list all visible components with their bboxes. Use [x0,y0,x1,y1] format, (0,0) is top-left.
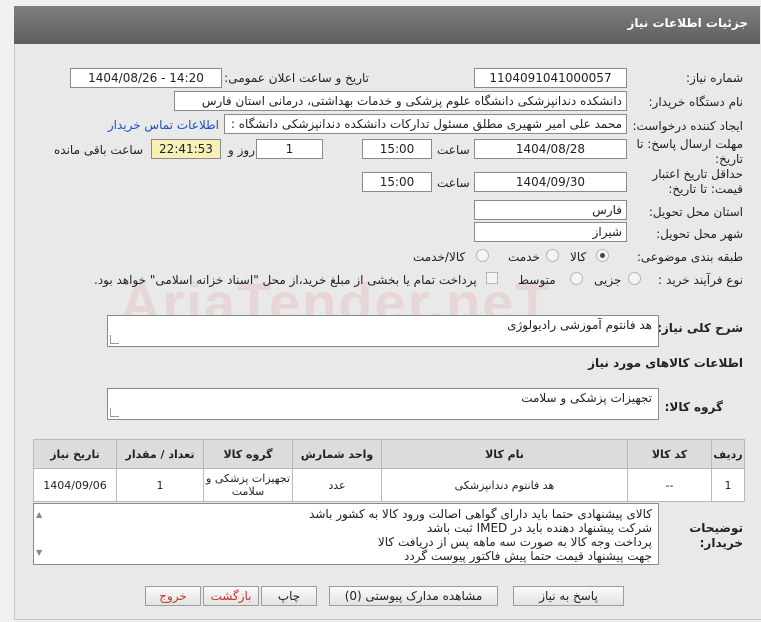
city-label: شهر محل تحویل: [656,227,743,241]
summary-label: شرح کلی نیاز: [657,321,743,335]
remaining-label: ساعت باقی مانده [54,143,144,157]
process-label: نوع فرآیند خرید : [658,273,743,287]
print-button[interactable]: چاپ [261,586,317,606]
cell-qty: 1 [116,468,204,502]
exit-button[interactable]: خروج [145,586,201,606]
category-radio-both[interactable] [476,249,489,262]
col-date: تاریخ نیاز [33,439,117,469]
deadline-time-label: ساعت [437,143,470,157]
buyer-notes-field: کالای پیشنهادی حتما باید دارای گواهی اصا… [33,503,659,565]
buyer-org-label: نام دستگاه خریدار: [648,95,744,109]
col-unit: واحد شمارش [292,439,382,469]
summary-text: هد فانتوم آموزشی رادیولوژی [507,318,652,332]
buyer-note-line: جهت پیشنهاد قیمت حتما پیش فاکتور پیوست گ… [404,549,652,563]
resize-grip-icon[interactable] [110,408,119,417]
buyer-org-field: دانشکده دندانپزشکی دانشگاه علوم پزشکی و … [174,91,627,111]
contact-buyer-link[interactable]: اطلاعات تماس خریدار [108,118,219,132]
days-field: 1 [256,139,323,159]
page-header: جزئیات اطلاعات نیاز [14,6,760,44]
process-radio-minor[interactable] [628,272,641,285]
buyer-notes-label: توضیحات [689,521,743,535]
validity-date-field: 1404/09/30 [474,172,627,192]
announce-label: تاریخ و ساعت اعلان عمومی: [224,71,369,85]
province-field: فارس [474,200,627,220]
buyer-note-line: شرکت پیشنهاد دهنده باید در IMED ثبت باشد [426,521,652,535]
table-row: 1 -- هد فانتوم دندانپزشکی عدد تجهیزات پز… [33,468,745,502]
category-option-service: خدمت [508,250,540,264]
days-label: روز و [228,143,255,157]
scroll-down-icon[interactable]: ▼ [36,546,42,560]
category-radio-service[interactable] [546,249,559,262]
need-number-label: شماره نیاز: [686,71,743,85]
buyer-note-line: کالای پیشنهادی حتما باید دارای گواهی اصا… [309,507,652,521]
col-code: کد کالا [627,439,712,469]
summary-field: هد فانتوم آموزشی رادیولوژی [107,315,659,347]
category-radio-goods[interactable] [596,249,609,262]
need-number-field: 1104091041000057 [474,68,627,88]
table-header-row: ردیف کد کالا نام کالا واحد شمارش گروه کا… [33,439,745,469]
resize-grip-icon[interactable] [110,335,119,344]
cell-code: -- [627,468,712,502]
validity-time-label: ساعت [437,176,470,190]
col-group: گروه کالا [203,439,293,469]
cell-group: تجهیزات پزشکی و سلامت [203,468,293,502]
process-option-minor: جزیی [594,273,622,287]
remaining-time-field: 22:41:53 [151,139,221,159]
goods-info-title: اطلاعات کالاهای مورد نیاز [588,356,743,370]
creator-label: ایجاد کننده درخواست: [632,119,743,133]
deadline-time-field: 15:00 [362,139,432,159]
treasury-checkbox[interactable] [486,272,498,284]
goods-group-label: گروه کالا: [664,400,723,414]
back-button[interactable]: بازگشت [203,586,259,606]
deadline-date-field: 1404/08/28 [474,139,627,159]
col-qty: تعداد / مقدار [116,439,204,469]
process-option-medium: متوسط [518,273,556,287]
deadline-label-2: تاریخ: [715,152,743,166]
cell-date: 1404/09/06 [33,468,117,502]
validity-label-2: قیمت: تا تاریخ: [668,182,743,196]
buyer-note-line: پرداخت وجه کالا به صورت سه ماهه پس از در… [377,535,652,549]
validity-label: حداقل تاریخ اعتبار [652,167,743,181]
process-radio-medium[interactable] [570,272,583,285]
items-table: ردیف کد کالا نام کالا واحد شمارش گروه کا… [33,439,745,502]
attachments-button[interactable]: مشاهده مدارک پیوستی (0) [329,586,498,606]
cell-unit: عدد [292,468,382,502]
treasury-note: پرداخت تمام یا بخشی از مبلغ خرید،از محل … [94,273,477,287]
reply-button[interactable]: پاسخ به نیاز [513,586,624,606]
creator-field: محمد علی امیر شهیری مطلق مسئول تدارکات د… [224,114,627,134]
scroll-up-icon[interactable]: ▲ [36,508,42,522]
cell-name: هد فانتوم دندانپزشکی [381,468,628,502]
category-option-both: کالا/خدمت [413,250,466,264]
goods-group-field: تجهیزات پزشکی و سلامت [107,388,659,420]
goods-group-text: تجهیزات پزشکی و سلامت [521,391,652,405]
city-field: شیراز [474,222,627,242]
col-row: ردیف [711,439,745,469]
deadline-label: مهلت ارسال پاسخ: تا [636,137,743,151]
announce-field: 1404/08/26 - 14:20 [70,68,222,88]
buyer-notes-label-2: خریدار: [699,536,743,550]
cell-row: 1 [711,468,745,502]
category-option-goods: کالا [570,250,587,264]
page-title: جزئیات اطلاعات نیاز [627,16,748,30]
validity-time-field: 15:00 [362,172,432,192]
col-name: نام کالا [381,439,628,469]
category-label: طبقه بندی موضوعی: [636,250,743,264]
province-label: استان محل تحویل: [648,205,743,219]
